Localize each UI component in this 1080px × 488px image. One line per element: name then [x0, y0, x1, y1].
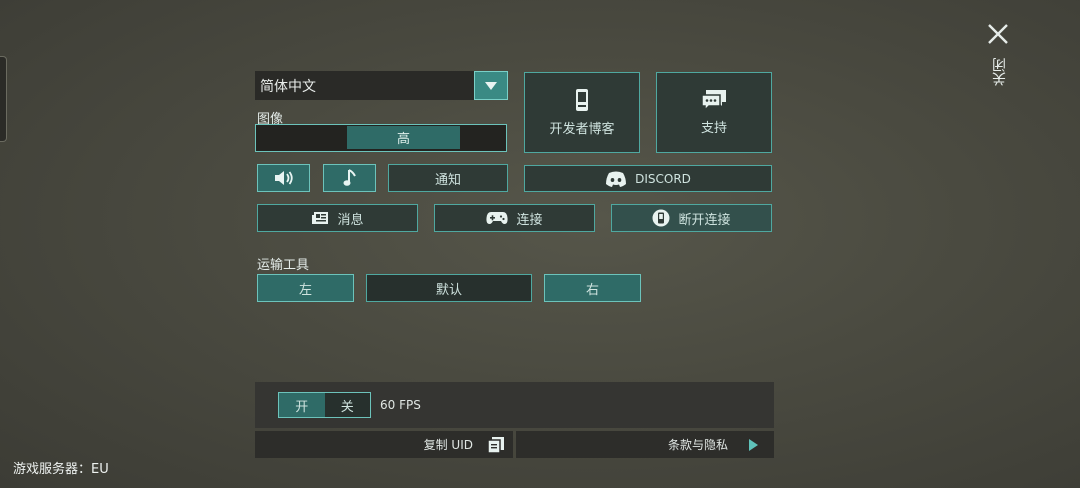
language-dropdown-button[interactable]: [474, 71, 508, 100]
language-selected: 简体中文: [260, 79, 316, 95]
discord-icon: [606, 171, 627, 187]
copy-uid-label: 复制 UID: [423, 438, 473, 452]
close-label: 关闭: [992, 58, 1008, 86]
triangle-down-icon: [485, 82, 497, 90]
vehicle-left-label: 左: [298, 282, 312, 298]
close-icon[interactable]: [986, 22, 1010, 46]
graphics-value: 高: [396, 132, 410, 147]
vehicle-label: 运输工具: [257, 258, 310, 273]
fps-on-label: 开: [295, 399, 309, 415]
connect-button[interactable]: 连接: [434, 204, 595, 232]
disconnect-button[interactable]: 断开连接: [611, 204, 772, 232]
fps-off-option[interactable]: 关: [324, 393, 370, 417]
chat-bubbles-icon: [701, 90, 726, 111]
notifications-label: 通知: [434, 172, 461, 188]
connect-label: 连接: [516, 212, 543, 228]
graphics-slider[interactable]: 高: [255, 124, 507, 152]
discord-button[interactable]: DISCORD: [524, 165, 772, 192]
notifications-button[interactable]: 通知: [388, 164, 508, 192]
music-note-icon: [343, 169, 356, 186]
support-label: 支持: [700, 121, 727, 136]
copy-uid-button[interactable]: 复制 UID: [255, 431, 513, 458]
news-label: 消息: [337, 212, 364, 228]
terms-privacy-button[interactable]: 条款与隐私: [516, 431, 774, 458]
disconnect-label: 断开连接: [678, 212, 731, 228]
phone-disconnect-icon: [652, 209, 670, 227]
graphics-slider-thumb[interactable]: 高: [347, 126, 460, 149]
fps-on-option[interactable]: 开: [279, 393, 325, 417]
play-arrow-icon: [749, 438, 758, 451]
gamepad-icon: [486, 212, 509, 224]
speaker-icon: [274, 171, 293, 185]
discord-label: DISCORD: [635, 171, 691, 186]
sound-toggle[interactable]: [257, 164, 310, 192]
fps-off-label: 关: [340, 399, 354, 415]
support-button[interactable]: 支持: [656, 72, 772, 153]
vehicle-default-label: 默认: [435, 282, 462, 298]
copy-icon: [487, 436, 504, 454]
server-label: 游戏服务器：EU: [13, 462, 109, 477]
language-select[interactable]: 简体中文: [255, 71, 508, 100]
side-handle[interactable]: [0, 56, 7, 142]
close-button[interactable]: 关闭: [984, 20, 1012, 100]
phone-icon: [576, 89, 588, 111]
fps-toggle[interactable]: 开 关: [278, 392, 371, 418]
vehicle-right-button[interactable]: 右: [544, 274, 641, 302]
music-toggle[interactable]: [323, 164, 376, 192]
vehicle-default-button[interactable]: 默认: [366, 274, 532, 302]
vehicle-right-label: 右: [585, 282, 599, 298]
newspaper-icon: [312, 212, 329, 224]
fps-value: 60 FPS: [380, 398, 421, 412]
terms-privacy-label: 条款与隐私: [667, 438, 728, 452]
news-button[interactable]: 消息: [257, 204, 418, 232]
developer-blog-label: 开发者博客: [549, 122, 615, 137]
developer-blog-button[interactable]: 开发者博客: [524, 72, 640, 153]
vehicle-left-button[interactable]: 左: [257, 274, 354, 302]
